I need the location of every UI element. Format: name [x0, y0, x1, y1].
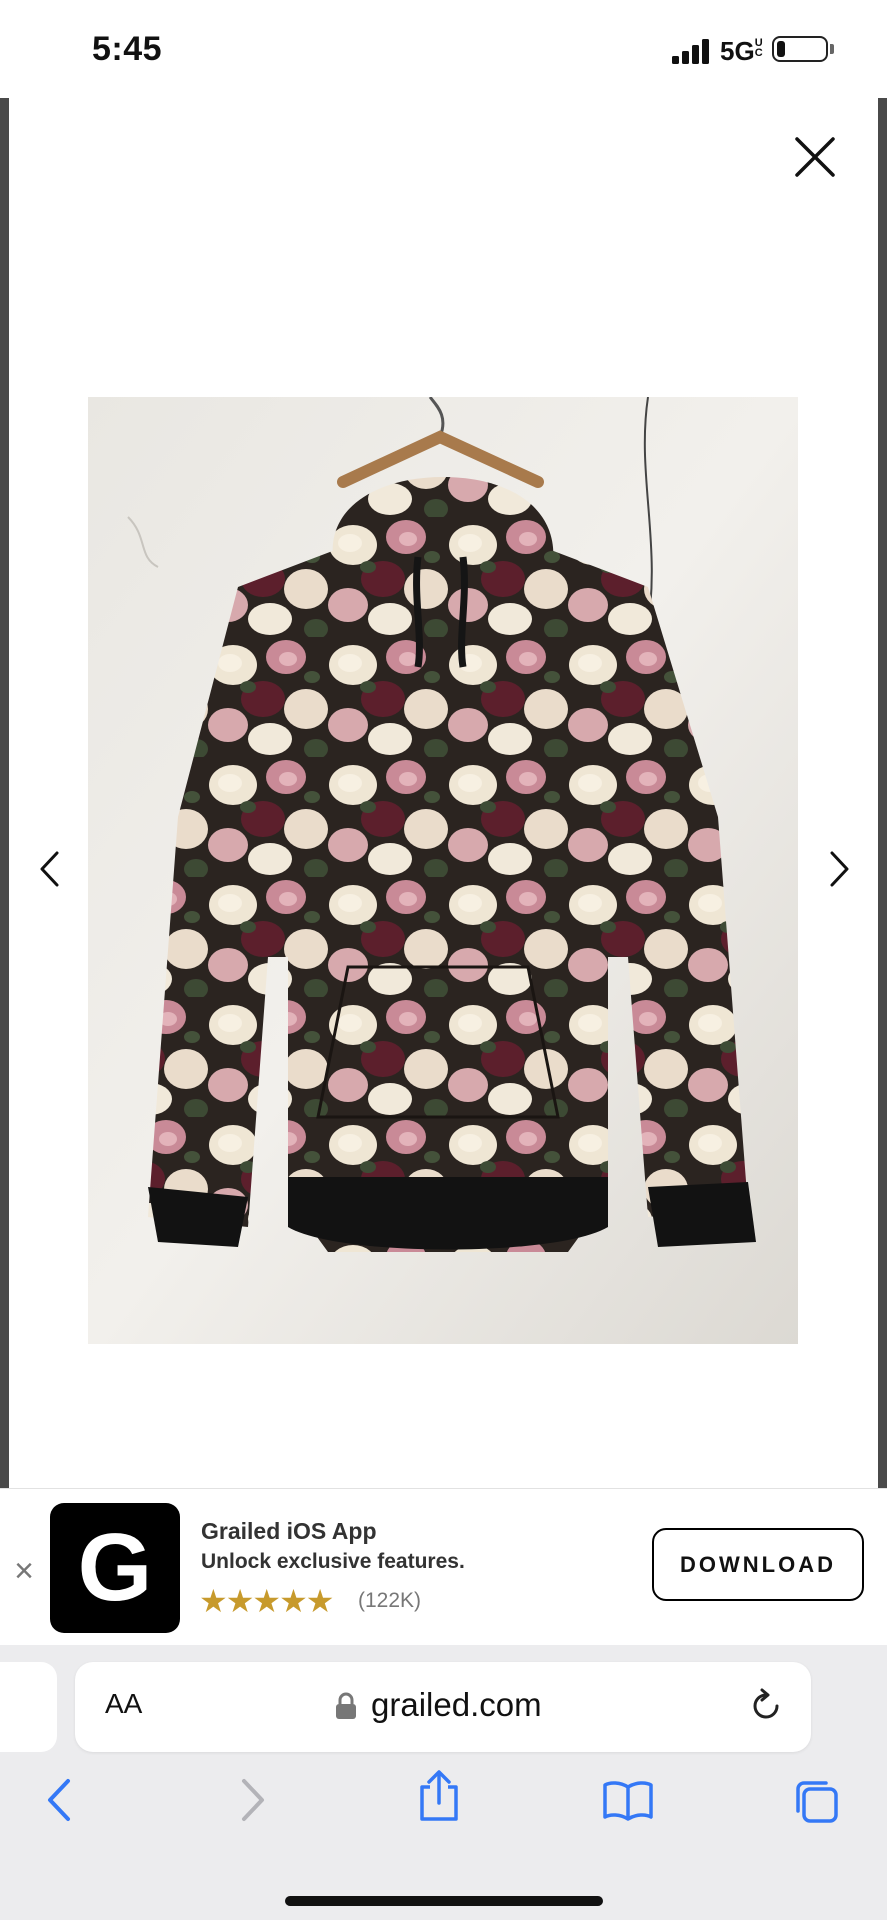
bookmarks-icon[interactable] [602, 1779, 654, 1821]
app-icon[interactable]: G [50, 1503, 180, 1633]
tabs-icon[interactable] [792, 1779, 840, 1825]
signal-icon [672, 39, 709, 64]
status-time: 5:45 [92, 30, 163, 68]
download-button[interactable]: DOWNLOAD [652, 1528, 864, 1601]
text-size-button[interactable]: AA [105, 1688, 142, 1720]
home-indicator [285, 1896, 603, 1906]
app-name: Grailed iOS App [201, 1518, 377, 1544]
share-icon[interactable] [416, 1769, 462, 1823]
app-subtitle: Unlock exclusive features. [201, 1550, 465, 1573]
network-type: 5GUC [720, 36, 763, 66]
banner-close-icon[interactable]: × [10, 1554, 38, 1588]
battery-icon [772, 36, 828, 62]
status-bar: 5:45 5GUC [0, 0, 887, 98]
back-icon[interactable] [44, 1777, 74, 1823]
close-icon[interactable] [793, 135, 837, 179]
address-bar[interactable]: AA grailed.com [75, 1662, 811, 1752]
product-photo [88, 397, 798, 1344]
previous-tab-card[interactable] [0, 1662, 57, 1752]
battery-tip [830, 44, 834, 54]
browser-toolbar: AA grailed.com [0, 1645, 887, 1920]
chevron-left-icon[interactable] [36, 849, 66, 889]
url-text: grailed.com [371, 1686, 542, 1723]
rating-count: (122K) [358, 1589, 422, 1612]
rating-stars: ★★★★★ [199, 1583, 334, 1619]
chevron-right-icon[interactable] [823, 849, 853, 889]
forward-icon[interactable] [238, 1777, 268, 1823]
reload-icon[interactable] [747, 1687, 785, 1725]
floral-hoodie-photo [88, 397, 798, 1344]
lock-icon [336, 1692, 356, 1719]
app-install-banner: × G Grailed iOS App Unlock exclusive fea… [0, 1488, 887, 1646]
